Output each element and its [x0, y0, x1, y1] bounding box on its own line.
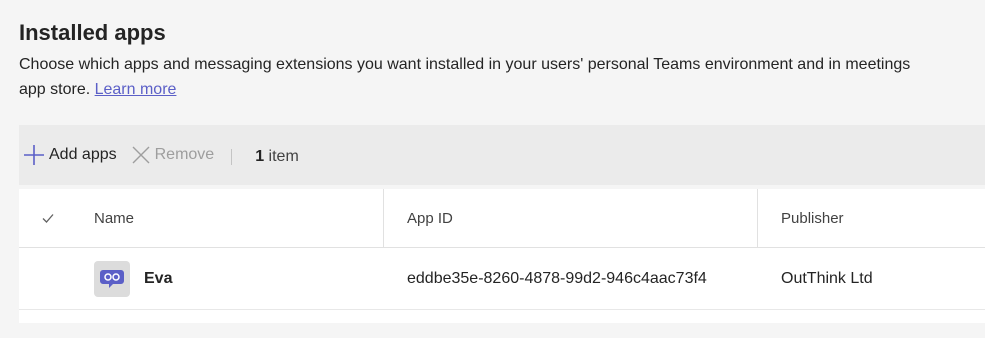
publisher-cell: OutThink Ltd [781, 269, 873, 287]
chat-bot-icon [94, 260, 130, 297]
page-title: Installed apps [19, 20, 166, 45]
checkmark-icon [42, 214, 54, 223]
table-header: Name App ID Publisher [19, 189, 985, 248]
remove-button[interactable]: Remove [131, 145, 215, 165]
page-description: Choose which apps and messaging extensio… [19, 52, 985, 102]
description-line-2: app store. Learn more [19, 77, 985, 102]
item-count-label: item [268, 148, 299, 165]
table-row[interactable]: Eva eddbe35e-8260-4878-99d2-946c4aac73f4… [19, 248, 985, 310]
add-apps-label: Add apps [49, 146, 117, 163]
description-line-1: Choose which apps and messaging extensio… [19, 56, 911, 73]
learn-more-link[interactable]: Learn more [95, 81, 177, 98]
select-all-checkbox[interactable] [41, 189, 55, 247]
column-header-app-id-label: App ID [407, 209, 453, 227]
toolbar-divider [231, 149, 233, 165]
toolbar: Add apps Remove 1 item [19, 125, 985, 185]
add-apps-button[interactable]: Add apps [23, 144, 117, 166]
item-count: 1 item [255, 148, 299, 166]
plus-icon [24, 145, 44, 165]
apps-table: Name App ID Publisher Eva eddbe35e-8260-… [19, 189, 985, 323]
app-id-cell: eddbe35e-8260-4878-99d2-946c4aac73f4 [407, 269, 707, 287]
item-count-number: 1 [255, 148, 265, 165]
remove-label: Remove [154, 146, 215, 163]
column-header-publisher[interactable]: Publisher [757, 189, 844, 247]
description-line-2-text: app store. [19, 81, 91, 98]
column-header-publisher-label: Publisher [781, 209, 844, 227]
column-header-app-id[interactable]: App ID [383, 189, 453, 247]
installed-apps-page: Installed apps Choose which apps and mes… [0, 0, 985, 338]
column-header-name[interactable]: Name [94, 189, 134, 247]
app-name-cell: Eva [94, 248, 172, 309]
close-icon [132, 146, 150, 164]
app-name[interactable]: Eva [144, 270, 172, 288]
